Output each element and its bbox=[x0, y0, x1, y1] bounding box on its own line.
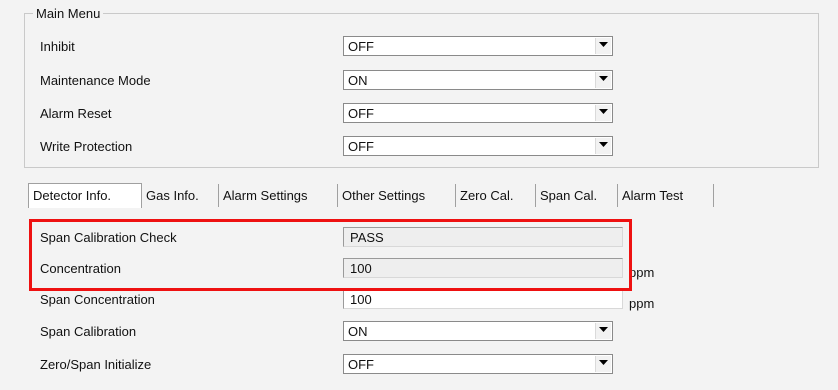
main-menu-legend: Main Menu bbox=[36, 6, 101, 21]
zero-span-initialize-dropdown-button[interactable] bbox=[595, 356, 611, 372]
span-concentration-unit: ppm bbox=[629, 296, 655, 311]
inhibit-label: Inhibit bbox=[40, 39, 75, 54]
maintenance-mode-label: Maintenance Mode bbox=[40, 73, 151, 88]
span-concentration-row: Span Concentration 100 ppm bbox=[0, 288, 838, 312]
zero-span-initialize-value: OFF bbox=[348, 357, 374, 372]
chevron-down-icon bbox=[599, 42, 608, 47]
concentration-row: Concentration 100 ppm bbox=[0, 257, 838, 281]
span-concentration-input[interactable]: 100 bbox=[343, 289, 623, 309]
chevron-down-icon bbox=[599, 327, 608, 332]
write-protection-dropdown-button[interactable] bbox=[595, 138, 611, 154]
tab-span-cal[interactable]: Span Cal. bbox=[536, 184, 618, 207]
span-concentration-value: 100 bbox=[350, 292, 372, 307]
tab-zero-cal[interactable]: Zero Cal. bbox=[456, 184, 536, 207]
write-protection-select[interactable]: OFF bbox=[343, 136, 613, 156]
zero-span-initialize-select[interactable]: OFF bbox=[343, 354, 613, 374]
chevron-down-icon bbox=[599, 142, 608, 147]
span-calibration-check-field: PASS bbox=[343, 227, 623, 247]
span-calibration-check-row: Span Calibration Check PASS bbox=[0, 226, 838, 250]
span-calibration-row: Span Calibration ON bbox=[0, 320, 838, 344]
alarm-reset-select[interactable]: OFF bbox=[343, 103, 613, 123]
write-protection-label: Write Protection bbox=[40, 139, 133, 154]
zero-span-initialize-row: Zero/Span Initialize OFF bbox=[0, 353, 838, 377]
inhibit-row: Inhibit OFF bbox=[0, 35, 838, 59]
alarm-reset-label: Alarm Reset bbox=[40, 106, 112, 121]
write-protection-row: Write Protection OFF bbox=[0, 135, 838, 159]
maintenance-mode-dropdown-button[interactable] bbox=[595, 72, 611, 88]
alarm-reset-dropdown-button[interactable] bbox=[595, 105, 611, 121]
span-calibration-select[interactable]: ON bbox=[343, 321, 613, 341]
span-calibration-check-label: Span Calibration Check bbox=[40, 230, 177, 245]
chevron-down-icon bbox=[599, 109, 608, 114]
concentration-unit: ppm bbox=[629, 265, 655, 280]
tab-alarm-test[interactable]: Alarm Test bbox=[618, 184, 714, 207]
span-calibration-dropdown-button[interactable] bbox=[595, 323, 611, 339]
concentration-field: 100 bbox=[343, 258, 623, 278]
tab-gas-info[interactable]: Gas Info. bbox=[142, 184, 219, 207]
span-calibration-check-value: PASS bbox=[350, 230, 384, 245]
span-concentration-label: Span Concentration bbox=[40, 292, 155, 307]
span-calibration-value: ON bbox=[348, 324, 368, 339]
zero-span-initialize-label: Zero/Span Initialize bbox=[40, 357, 152, 372]
concentration-value: 100 bbox=[350, 261, 372, 276]
alarm-reset-value: OFF bbox=[348, 106, 374, 121]
tab-detector-info[interactable]: Detector Info. bbox=[28, 183, 142, 208]
concentration-label: Concentration bbox=[40, 261, 121, 276]
alarm-reset-row: Alarm Reset OFF bbox=[0, 102, 838, 126]
maintenance-mode-value: ON bbox=[348, 73, 368, 88]
tab-other-settings[interactable]: Other Settings bbox=[338, 184, 456, 207]
inhibit-select[interactable]: OFF bbox=[343, 36, 613, 56]
inhibit-value: OFF bbox=[348, 39, 374, 54]
tab-alarm-settings[interactable]: Alarm Settings bbox=[219, 184, 338, 207]
write-protection-value: OFF bbox=[348, 139, 374, 154]
maintenance-mode-row: Maintenance Mode ON bbox=[0, 69, 838, 93]
chevron-down-icon bbox=[599, 76, 608, 81]
span-calibration-label: Span Calibration bbox=[40, 324, 137, 339]
chevron-down-icon bbox=[599, 360, 608, 365]
maintenance-mode-select[interactable]: ON bbox=[343, 70, 613, 90]
inhibit-dropdown-button[interactable] bbox=[595, 38, 611, 54]
